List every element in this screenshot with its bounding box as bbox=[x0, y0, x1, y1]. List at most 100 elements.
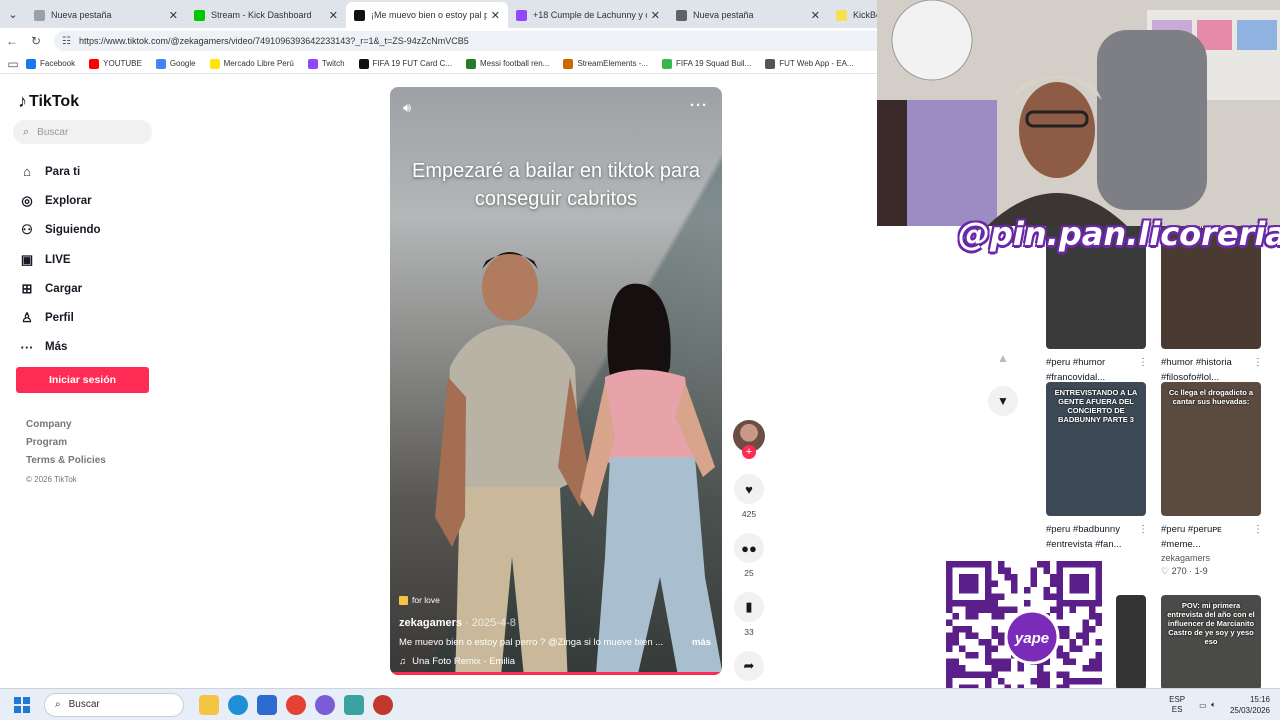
related-video-thumbnail[interactable]: ENTREVISTANDO A LA GENTE AFUERA DEL CONC… bbox=[1046, 382, 1146, 516]
volume-tray-icon[interactable]: 🔈︎ bbox=[1211, 700, 1216, 710]
browser-tab-0[interactable]: Nueva pestaña ✕ bbox=[26, 2, 186, 28]
video-tag[interactable]: for love bbox=[399, 595, 715, 605]
kebab-menu-icon[interactable]: ⋮ bbox=[1138, 355, 1148, 385]
bookmarks-apps-icon[interactable]: ▭ bbox=[0, 57, 26, 71]
windows-start-button[interactable] bbox=[14, 696, 30, 713]
bookmark-favicon-icon bbox=[358, 58, 369, 69]
clock[interactable]: 15:16 25/03/2026 bbox=[1230, 694, 1270, 716]
related-video-card[interactable]: POV: mi primera entrevista del año con e… bbox=[1161, 595, 1263, 690]
bookmark-item[interactable]: YOUTUBE bbox=[89, 58, 142, 69]
bookmark-item[interactable]: Google bbox=[155, 58, 196, 69]
bookmark-label: StreamElements -... bbox=[577, 59, 649, 68]
like-action[interactable]: ♥ 425 bbox=[731, 474, 767, 519]
video-music[interactable]: ♫ Una Foto Remix - Emilia bbox=[399, 656, 715, 667]
video-description: Me muevo bien o estoy pal perro ? @Zinga… bbox=[399, 637, 715, 648]
url-field[interactable]: ☷ https://www.tiktok.com/@zekagamers/vid… bbox=[54, 31, 884, 51]
video-player[interactable]: Empezaré a bailar en tiktok para consegu… bbox=[390, 87, 722, 675]
browser-tab-1[interactable]: Stream - Kick Dashboard ✕ bbox=[186, 2, 346, 28]
sidebar-item-4[interactable]: ⊞ Cargar bbox=[18, 274, 101, 303]
kebab-menu-icon[interactable]: ⋮ bbox=[1253, 522, 1263, 552]
related-video-title[interactable]: #peru #humor #francovidal... ⋮ bbox=[1046, 355, 1148, 385]
heart-icon[interactable]: ♥ bbox=[734, 474, 764, 504]
video-author[interactable]: zekagamers · 2025-4-8 bbox=[399, 617, 715, 629]
sidebar-item-5[interactable]: ♙ Perfil bbox=[18, 303, 101, 332]
site-info-icon[interactable]: ☷ bbox=[62, 36, 71, 47]
related-video-card[interactable]: UNA bbox=[1116, 595, 1148, 690]
related-video-thumbnail[interactable]: Cc llega el drogadicto a cantar sus huev… bbox=[1161, 382, 1261, 516]
taskbar-search-icon: ⌕ bbox=[55, 699, 61, 710]
related-video-channel[interactable]: zekagamers bbox=[1161, 553, 1263, 563]
browser-tab-4[interactable]: Nueva pestaña ✕ bbox=[668, 2, 828, 28]
file-explorer-icon[interactable] bbox=[198, 694, 219, 715]
previous-video-button[interactable]: ▲ bbox=[988, 343, 1018, 373]
bookmark-item[interactable]: FIFA 19 FUT Card C... bbox=[358, 58, 452, 69]
sidebar-item-label: Más bbox=[45, 341, 68, 354]
share-icon[interactable]: ➦ bbox=[734, 651, 764, 681]
related-video-title[interactable]: #peru #badbunny #entrevista #fan... ⋮ bbox=[1046, 522, 1148, 552]
edge-icon[interactable] bbox=[227, 694, 248, 715]
tab-close-icon[interactable]: ✕ bbox=[811, 9, 820, 22]
video-progress-bar[interactable] bbox=[390, 672, 722, 675]
bookmark-item[interactable]: StreamElements -... bbox=[563, 58, 649, 69]
tab-search-button[interactable]: ⌄ bbox=[0, 0, 26, 28]
bookmark-item[interactable]: Twitch bbox=[307, 58, 345, 69]
related-video-title[interactable]: #peru #peruᴘᴇ #meme... ⋮ bbox=[1161, 522, 1263, 552]
sidebar-item-6[interactable]: ··· Más bbox=[18, 333, 101, 362]
sidebar-item-1[interactable]: ◎ Explorar bbox=[18, 186, 101, 215]
kebab-menu-icon[interactable]: ⋮ bbox=[1138, 522, 1148, 552]
description-more-button[interactable]: más bbox=[692, 637, 711, 648]
comment-action[interactable]: ●● 25 bbox=[731, 533, 767, 578]
reload-button[interactable]: ↻ bbox=[24, 34, 48, 48]
video-date: · 2025-4-8 bbox=[462, 617, 516, 629]
footer-link-program[interactable]: Program bbox=[26, 437, 106, 455]
save-action[interactable]: ▮ 33 bbox=[731, 592, 767, 637]
tab-close-icon[interactable]: ✕ bbox=[651, 9, 660, 22]
chrome-icon[interactable] bbox=[285, 694, 306, 715]
back-button[interactable]: ← bbox=[0, 34, 24, 48]
browser-tab-2[interactable]: ¡Me muevo bien o estoy pal perro ✕ bbox=[346, 2, 508, 28]
footer-link-terms[interactable]: Terms & Policies bbox=[26, 455, 106, 473]
kebab-menu-icon[interactable]: ⋮ bbox=[1253, 355, 1263, 385]
network-icon[interactable]: ▭ bbox=[1199, 701, 1207, 710]
tab-close-icon[interactable]: ✕ bbox=[491, 9, 500, 22]
search-input[interactable]: ⌕ Buscar bbox=[13, 120, 152, 144]
related-video-thumbnail[interactable]: POV: mi primera entrevista del año con e… bbox=[1161, 595, 1261, 690]
related-video-card[interactable]: Cc llega el drogadicto a cantar sus huev… bbox=[1161, 382, 1263, 577]
creator-avatar[interactable]: + bbox=[733, 420, 765, 459]
bookmark-item[interactable]: Messi football ren... bbox=[465, 58, 549, 69]
video-overlay-text: Empezaré a bailar en tiktok para consegu… bbox=[412, 160, 700, 210]
bookmark-item[interactable]: Mercado Libre Perú bbox=[209, 58, 294, 69]
related-video-card[interactable]: ENTREVISTANDO A LA GENTE AFUERA DEL CONC… bbox=[1046, 382, 1148, 552]
bookmark-item[interactable]: FUT Web App - EA... bbox=[765, 58, 854, 69]
related-video-thumbnail[interactable]: UNA bbox=[1116, 595, 1146, 690]
home-icon: ⌂ bbox=[23, 164, 31, 180]
obs-icon[interactable] bbox=[372, 694, 393, 715]
tab-close-icon[interactable]: ✕ bbox=[329, 9, 338, 22]
video-more-icon[interactable]: ··· bbox=[690, 97, 708, 114]
bookmark-icon[interactable]: ▮ bbox=[734, 592, 764, 622]
language-indicator[interactable]: ESP ES bbox=[1169, 695, 1185, 715]
sidebar-item-3[interactable]: ▣ LIVE bbox=[18, 245, 101, 274]
comment-icon[interactable]: ●● bbox=[734, 533, 764, 563]
bookmark-item[interactable]: Facebook bbox=[26, 58, 75, 69]
related-video-title[interactable]: #humor #historia #filosofo#lol... ⋮ bbox=[1161, 355, 1263, 385]
tiktok-logo[interactable]: ♪ TikTok bbox=[18, 91, 79, 112]
tiktok-note-icon: ♪ bbox=[18, 91, 27, 111]
bookmark-item[interactable]: FIFA 19 Squad Buil... bbox=[662, 58, 751, 69]
sidebar-item-0[interactable]: ⌂ Para ti bbox=[18, 157, 101, 186]
tab-favicon-icon bbox=[354, 9, 365, 21]
yape-brand-text: yape bbox=[1014, 630, 1049, 647]
notepad-icon[interactable] bbox=[343, 694, 364, 715]
sidebar-item-2[interactable]: ⚇ Siguiendo bbox=[18, 216, 100, 245]
footer-link-company[interactable]: Company bbox=[26, 419, 106, 437]
discord-icon[interactable] bbox=[314, 694, 335, 715]
store-icon[interactable] bbox=[256, 694, 277, 715]
follow-plus-icon[interactable]: + bbox=[742, 445, 756, 459]
volume-icon[interactable]: 🔊︎ bbox=[403, 100, 411, 116]
login-button[interactable]: Iniciar sesión bbox=[16, 367, 149, 393]
next-video-button[interactable]: ▼ bbox=[988, 386, 1018, 416]
thumbnail-caption: POV: mi primera entrevista del año con e… bbox=[1167, 601, 1255, 646]
tab-close-icon[interactable]: ✕ bbox=[169, 9, 178, 22]
browser-tab-3[interactable]: +18 Cumple de Lachunny y de ah ✕ bbox=[508, 2, 668, 28]
taskbar-search[interactable]: ⌕ Buscar bbox=[44, 692, 184, 717]
